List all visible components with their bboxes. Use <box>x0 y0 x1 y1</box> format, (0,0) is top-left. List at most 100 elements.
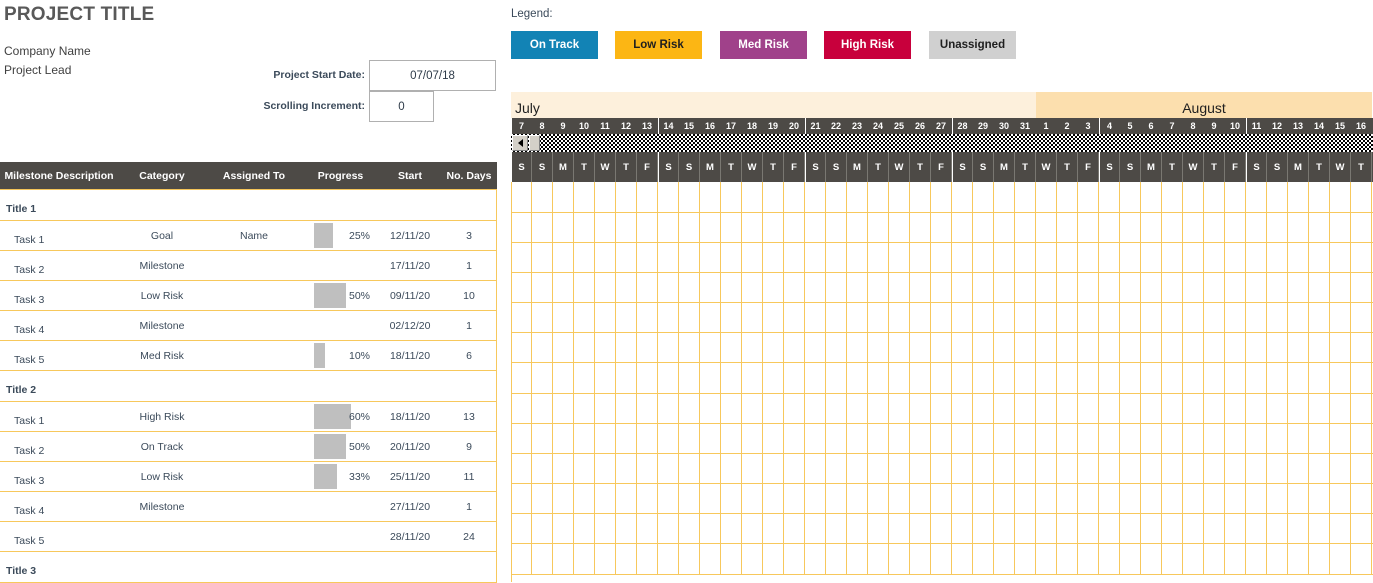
gantt-grid-cell[interactable] <box>1351 273 1372 302</box>
gantt-grid-cell[interactable] <box>1183 544 1204 574</box>
gantt-grid-cell[interactable] <box>910 213 931 242</box>
gantt-grid-cell[interactable] <box>658 182 679 212</box>
gantt-grid-cell[interactable] <box>1267 514 1288 543</box>
gantt-grid-cell[interactable] <box>532 484 553 513</box>
gantt-grid-cell[interactable] <box>826 424 847 453</box>
gantt-grid-cell[interactable] <box>574 484 595 513</box>
gantt-grid-cell[interactable] <box>973 213 994 242</box>
gantt-grid-cell[interactable] <box>1099 363 1120 393</box>
gantt-grid-cell[interactable] <box>1078 484 1099 513</box>
gantt-grid-cell[interactable] <box>574 544 595 574</box>
gantt-grid-cell[interactable] <box>910 273 931 302</box>
gantt-grid-cell[interactable] <box>742 544 763 574</box>
gantt-grid-cell[interactable] <box>679 424 700 453</box>
gantt-grid-cell[interactable] <box>784 544 805 574</box>
gantt-grid-cell[interactable] <box>658 243 679 272</box>
gantt-grid-cell[interactable] <box>1036 213 1057 242</box>
gantt-grid-cell[interactable] <box>742 333 763 362</box>
gantt-grid-cell[interactable] <box>952 363 973 393</box>
gantt-grid-cell[interactable] <box>595 454 616 483</box>
gantt-grid-cell[interactable] <box>574 333 595 362</box>
gantt-grid-cell[interactable] <box>1288 303 1309 332</box>
gantt-grid-cell[interactable] <box>637 544 658 574</box>
gantt-grid-cell[interactable] <box>1330 514 1351 543</box>
gantt-grid-cell[interactable] <box>1288 394 1309 423</box>
gantt-grid-cell[interactable] <box>1267 544 1288 574</box>
gantt-grid-cell[interactable] <box>700 514 721 543</box>
gantt-grid-cell[interactable] <box>553 273 574 302</box>
gantt-grid-cell[interactable] <box>910 394 931 423</box>
table-row[interactable]: Task 4 Milestone 27/11/20 1 <box>0 492 497 522</box>
gantt-grid-cell[interactable] <box>742 454 763 483</box>
gantt-grid-cell[interactable] <box>931 424 952 453</box>
gantt-grid-cell[interactable] <box>1288 182 1309 212</box>
gantt-grid-cell[interactable] <box>1204 484 1225 513</box>
gantt-grid-cell[interactable] <box>889 213 910 242</box>
gantt-grid-cell[interactable] <box>1309 514 1330 543</box>
gantt-grid-cell[interactable] <box>742 363 763 393</box>
gantt-grid-cell[interactable] <box>973 273 994 302</box>
gantt-grid-cell[interactable] <box>889 514 910 543</box>
gantt-grid-cell[interactable] <box>889 363 910 393</box>
gantt-grid-cell[interactable] <box>1015 182 1036 212</box>
legend-chip-med-risk[interactable]: Med Risk <box>720 31 807 59</box>
gantt-grid-cell[interactable] <box>700 273 721 302</box>
gantt-grid-cell[interactable] <box>805 424 826 453</box>
gantt-grid-cell[interactable] <box>679 484 700 513</box>
gantt-grid-cell[interactable] <box>847 333 868 362</box>
gantt-grid-cell[interactable] <box>1078 182 1099 212</box>
gantt-grid-cell[interactable] <box>1162 544 1183 574</box>
gantt-grid-cell[interactable] <box>1057 394 1078 423</box>
gantt-grid-cell[interactable] <box>532 394 553 423</box>
gantt-grid-cell[interactable] <box>868 514 889 543</box>
gantt-grid-cell[interactable] <box>763 424 784 453</box>
gantt-grid-cell[interactable] <box>616 243 637 272</box>
gantt-grid-cell[interactable] <box>784 333 805 362</box>
gantt-grid-cell[interactable] <box>1246 243 1267 272</box>
gantt-grid-cell[interactable] <box>1183 182 1204 212</box>
gantt-grid-cell[interactable] <box>1141 484 1162 513</box>
gantt-grid-cell[interactable] <box>1015 394 1036 423</box>
gantt-grid-cell[interactable] <box>952 424 973 453</box>
gantt-grid-cell[interactable] <box>1120 182 1141 212</box>
gantt-grid-cell[interactable] <box>994 454 1015 483</box>
gantt-grid-cell[interactable] <box>658 303 679 332</box>
gantt-grid-cell[interactable] <box>994 182 1015 212</box>
gantt-grid-cell[interactable] <box>1078 243 1099 272</box>
gantt-grid-cell[interactable] <box>616 303 637 332</box>
gantt-grid-body[interactable] <box>511 182 1373 582</box>
gantt-grid-cell[interactable] <box>910 544 931 574</box>
gantt-grid-cell[interactable] <box>553 213 574 242</box>
gantt-grid-cell[interactable] <box>847 484 868 513</box>
gantt-grid-cell[interactable] <box>994 484 1015 513</box>
gantt-grid-cell[interactable] <box>847 213 868 242</box>
gantt-grid-cell[interactable] <box>1162 514 1183 543</box>
gantt-grid-cell[interactable] <box>1330 544 1351 574</box>
gantt-grid-cell[interactable] <box>574 243 595 272</box>
gantt-grid-cell[interactable] <box>658 213 679 242</box>
gantt-grid-cell[interactable] <box>532 273 553 302</box>
gantt-grid-cell[interactable] <box>1267 363 1288 393</box>
gantt-grid-cell[interactable] <box>1204 514 1225 543</box>
gantt-grid-cell[interactable] <box>1057 514 1078 543</box>
gantt-grid-cell[interactable] <box>637 213 658 242</box>
gantt-grid-cell[interactable] <box>700 484 721 513</box>
gantt-grid-cell[interactable] <box>1036 363 1057 393</box>
gantt-grid-cell[interactable] <box>1015 424 1036 453</box>
gantt-grid-cell[interactable] <box>994 544 1015 574</box>
gantt-grid-cell[interactable] <box>1162 424 1183 453</box>
gantt-grid-cell[interactable] <box>637 273 658 302</box>
gantt-grid-cell[interactable] <box>1036 484 1057 513</box>
gantt-grid-cell[interactable] <box>1288 333 1309 362</box>
gantt-grid-cell[interactable] <box>1204 273 1225 302</box>
gantt-grid-cell[interactable] <box>763 363 784 393</box>
gantt-grid-cell[interactable] <box>1351 514 1372 543</box>
gantt-grid-cell[interactable] <box>553 484 574 513</box>
gantt-grid-cell[interactable] <box>889 394 910 423</box>
gantt-grid-cell[interactable] <box>721 363 742 393</box>
gantt-grid-cell[interactable] <box>616 333 637 362</box>
gantt-grid-cell[interactable] <box>1330 182 1351 212</box>
gantt-grid-cell[interactable] <box>1015 213 1036 242</box>
gantt-grid-cell[interactable] <box>1246 182 1267 212</box>
gantt-grid-cell[interactable] <box>1225 182 1246 212</box>
